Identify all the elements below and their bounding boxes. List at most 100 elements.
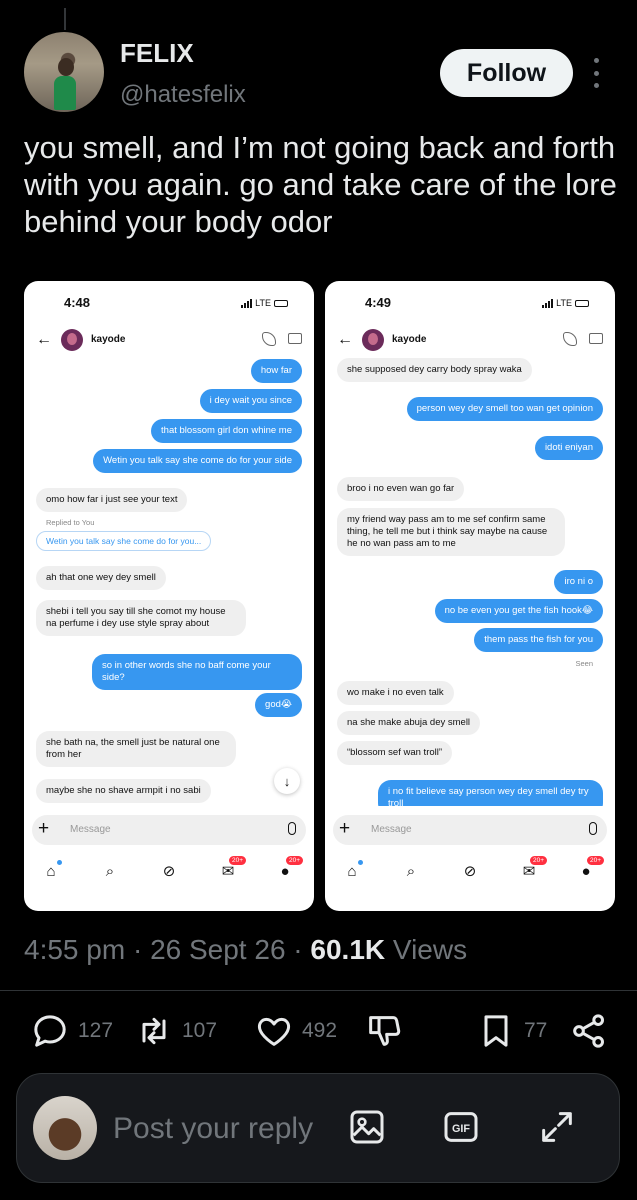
message-bubble: broo i no even wan go far <box>337 477 465 501</box>
message-bubble: i dey wait you since <box>199 389 302 413</box>
microphone-icon <box>589 822 597 835</box>
reply-icon <box>34 1015 66 1047</box>
author-avatar[interactable] <box>24 32 104 112</box>
thread-line <box>64 8 66 30</box>
message-bubble: so in other words she no baff come your … <box>92 654 302 690</box>
network-label: LTE <box>255 298 271 308</box>
reply-composer[interactable]: Post your reply GIF <box>16 1073 620 1183</box>
svg-text:GIF: GIF <box>452 1123 470 1135</box>
status-bar: 4:48 LTE <box>24 295 314 315</box>
message-bubble: omo how far i just see your text <box>36 488 188 512</box>
reply-input[interactable]: Post your reply <box>113 1112 313 1146</box>
bottom-nav: ⌂ ⌕ ⊘ ✉ 20+ ● 20+ <box>325 855 615 886</box>
views-label: Views <box>392 934 468 965</box>
reply-count: 127 <box>78 1019 114 1042</box>
message-bubble: shebi i tell you say till she comot my h… <box>36 600 246 636</box>
search-icon: ⌕ <box>105 862 115 880</box>
meta-separator: · <box>293 934 303 965</box>
contact-name: kayode <box>91 334 126 345</box>
repost-count: 107 <box>182 1019 218 1042</box>
screenshot-left[interactable]: 4:48 LTE ← kayode how far i dey wait you… <box>24 281 314 911</box>
message-bubble: my friend way pass am to me sef confirm … <box>337 508 565 556</box>
screenshot-right[interactable]: 4:49 LTE ← kayode she supposed dey carry… <box>325 281 615 911</box>
thumbs-down-icon <box>369 1016 401 1046</box>
contact-avatar <box>362 329 384 351</box>
message-bubble: i no fit believe say person wey dey smel… <box>378 780 603 806</box>
dislike-button[interactable] <box>364 1008 404 1054</box>
bookmark-icon <box>484 1015 508 1047</box>
message-bubble: na she make abuja dey smell <box>337 711 481 735</box>
video-icon <box>589 333 603 344</box>
activity-icon: ✉ 20+ <box>518 855 549 882</box>
status-time: 4:48 <box>64 295 91 310</box>
home-icon: ⌂ <box>40 860 62 882</box>
message-bubble: maybe she no shave armpit i no sabi <box>36 779 211 803</box>
explore-icon: ⊘ <box>162 863 176 880</box>
signal-bars-icon <box>542 298 554 308</box>
meta-separator: · <box>132 934 143 965</box>
signal-indicator: LTE <box>542 298 589 308</box>
message-bubble: person wey dey smell too wan get opinion <box>406 397 603 421</box>
views-count: 60.1K <box>310 934 386 965</box>
messages-icon: ● 20+ <box>274 855 305 882</box>
message-bubble: iro ni o <box>554 570 603 594</box>
user-avatar <box>33 1096 97 1160</box>
message-composer: + Message <box>333 815 607 845</box>
notification-badge: 20+ <box>228 855 248 866</box>
like-button[interactable]: 492 <box>254 1008 337 1054</box>
explore-icon: ⊘ <box>463 863 477 880</box>
author-name[interactable]: FELIX <box>120 38 194 69</box>
message-bubble: she bath na, the smell just be natural o… <box>36 731 236 767</box>
image-icon[interactable] <box>347 1107 387 1147</box>
activity-icon: ✉ 20+ <box>217 855 248 882</box>
reply-button[interactable]: 127 <box>30 1008 113 1054</box>
share-icon <box>573 1014 604 1048</box>
tweet-date[interactable]: 26 Sept 26 <box>150 934 285 965</box>
phone-icon <box>262 332 276 346</box>
scroll-down-button: ↓ <box>274 768 300 794</box>
message-bubble: god😭 <box>255 693 302 717</box>
message-bubble: that blossom girl don whine me <box>151 419 302 443</box>
message-list: she supposed dey carry body spray waka p… <box>325 356 615 806</box>
repost-button[interactable]: 107 <box>134 1008 217 1054</box>
composer-placeholder: Message <box>70 824 111 835</box>
like-count: 492 <box>302 1019 338 1042</box>
reply-label: Replied to You <box>46 518 95 527</box>
signal-indicator: LTE <box>241 298 288 308</box>
expand-icon[interactable] <box>537 1107 577 1147</box>
message-bubble: them pass the fish for you <box>474 628 603 652</box>
repost-icon <box>142 1017 166 1045</box>
back-arrow-icon: ← <box>36 331 52 348</box>
phone-icon <box>563 332 577 346</box>
tweet-time[interactable]: 4:55 pm <box>24 934 125 965</box>
divider <box>0 990 637 991</box>
author-handle[interactable]: @hatesfelix <box>120 81 246 109</box>
bookmark-count: 77 <box>524 1019 548 1042</box>
tweet-media[interactable]: 4:48 LTE ← kayode how far i dey wait you… <box>24 281 615 912</box>
gif-icon[interactable]: GIF <box>441 1107 481 1147</box>
back-arrow-icon: ← <box>337 331 353 348</box>
bookmark-button[interactable]: 77 <box>476 1008 547 1054</box>
message-bubble: idoti eniyan <box>534 436 603 460</box>
messages-badge: 20+ <box>285 855 305 866</box>
network-label: LTE <box>556 298 572 308</box>
reply-quote: Wetin you talk say she come do for you..… <box>36 531 212 551</box>
message-bubble: Wetin you talk say she come do for your … <box>93 449 302 473</box>
message-list: how far i dey wait you since that blosso… <box>24 356 314 806</box>
message-bubble: wo make i no even talk <box>337 681 454 705</box>
avatar-figure-body <box>54 76 76 110</box>
chat-header: ← kayode <box>24 328 314 354</box>
more-vertical-icon[interactable] <box>590 58 602 88</box>
bottom-nav: ⌂ ⌕ ⊘ ✉ 20+ ● 20+ <box>24 855 314 886</box>
composer-placeholder: Message <box>371 824 412 835</box>
follow-button[interactable]: Follow <box>440 49 573 97</box>
contact-name: kayode <box>392 334 427 345</box>
message-bubble: “blossom sef wan troll” <box>337 741 453 765</box>
message-composer: + Message <box>32 815 306 845</box>
share-button[interactable] <box>569 1008 609 1054</box>
status-bar: 4:49 LTE <box>325 295 615 315</box>
plus-icon: + <box>38 818 50 839</box>
plus-icon: + <box>339 818 351 839</box>
signal-bars-icon <box>241 298 253 308</box>
status-time: 4:49 <box>365 295 392 310</box>
